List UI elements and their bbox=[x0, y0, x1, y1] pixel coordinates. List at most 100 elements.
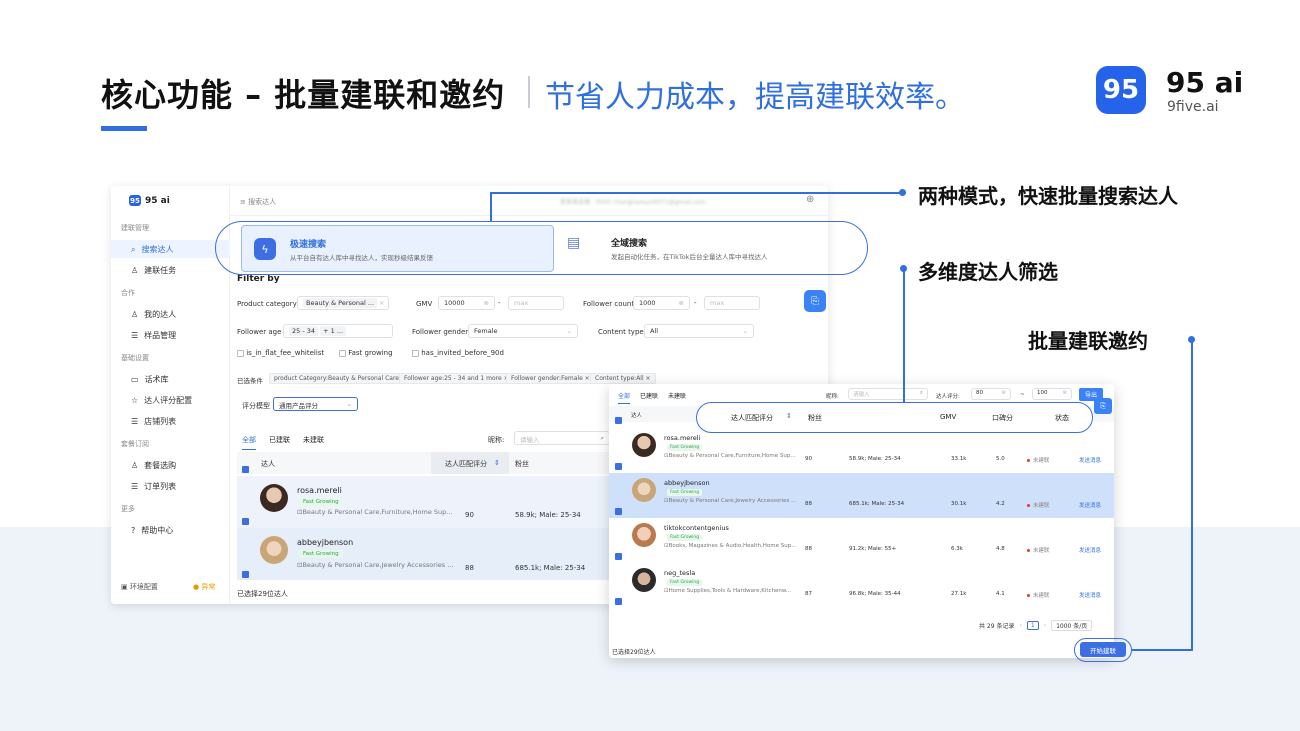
sidebar-item-my-creators[interactable]: ♙ 我的达人 bbox=[131, 309, 176, 320]
nickname-search-input[interactable]: 请输入 ⌕ bbox=[514, 431, 610, 445]
filter-label: Product category bbox=[237, 300, 297, 308]
creator-fans: 685.1k; Male: 25-34 bbox=[849, 501, 905, 507]
send-message-link[interactable]: 发送消息 bbox=[1079, 546, 1101, 554]
table-row[interactable]: tiktokcontentgenius Fast Growing ⊡Books,… bbox=[609, 518, 1114, 563]
brand-logo-icon: 95 bbox=[1096, 66, 1146, 114]
creator-fans: 96.8k; Male: 35-44 bbox=[849, 591, 901, 597]
content-type-select[interactable]: All ⌄ bbox=[644, 324, 754, 338]
selected-count: 已选择29位达人 bbox=[612, 649, 656, 656]
row-checkbox[interactable] bbox=[242, 564, 249, 583]
sort-icon[interactable]: ⇕ bbox=[786, 412, 792, 420]
status-dot-icon bbox=[1027, 504, 1030, 507]
callout-line bbox=[1132, 649, 1193, 651]
creator-name[interactable]: abbeyjbenson bbox=[297, 538, 353, 547]
filter-chip[interactable]: Follower gender:Female × bbox=[506, 373, 595, 384]
list-icon: ☰ bbox=[131, 417, 139, 426]
breadcrumb: ≡ 搜索达人 bbox=[240, 198, 277, 206]
environment-status-badge: ● 异常 bbox=[193, 583, 216, 591]
creator-gmv: 33.1k bbox=[951, 456, 967, 462]
chevron-down-icon: ⌄ bbox=[346, 400, 352, 408]
globe-icon[interactable]: ⊕ bbox=[806, 194, 814, 205]
table-row[interactable]: neg_tesla Fast Growing ⊡Home Supplies,To… bbox=[609, 563, 1114, 608]
export-icon[interactable]: ⎘ bbox=[804, 290, 826, 312]
creator-categories: ⊡Books, Magazines & Audio,Health,Home Su… bbox=[664, 543, 797, 549]
checkbox[interactable] bbox=[339, 349, 346, 357]
creator-name[interactable]: tiktokcontentgenius bbox=[664, 524, 729, 532]
follower-gender-select[interactable]: Female ⌄ bbox=[468, 324, 578, 338]
sidebar-item-orders[interactable]: ☰ 订单列表 bbox=[131, 481, 176, 492]
creator-name[interactable]: rosa.mereli bbox=[664, 434, 700, 442]
chevron-down-icon: ⌄ bbox=[566, 327, 572, 335]
score-min-input[interactable]: 80 ⊗ bbox=[971, 388, 1011, 400]
send-message-link[interactable]: 发送消息 bbox=[1079, 591, 1101, 599]
score-max-input[interactable]: 100 ⊗ bbox=[1032, 388, 1072, 400]
export-icon[interactable]: ⎘ bbox=[1094, 398, 1112, 414]
invited-before-checkbox[interactable]: has_invited_before_90d bbox=[412, 349, 504, 357]
follower-age-select[interactable]: 25 - 34 + 1 ... bbox=[283, 324, 393, 338]
creator-name[interactable]: rosa.mereli bbox=[297, 486, 342, 495]
callout-line bbox=[903, 269, 905, 402]
filter-chip[interactable]: Content type:All × bbox=[590, 373, 656, 384]
filter-label: Follower age bbox=[237, 328, 282, 336]
select-all-checkbox[interactable] bbox=[615, 410, 622, 429]
sidebar-section-title: 合作 bbox=[121, 289, 135, 297]
creator-name[interactable]: abbeyjbenson bbox=[664, 479, 710, 487]
creator-name[interactable]: neg_tesla bbox=[664, 569, 695, 577]
filter-chip[interactable]: Follower age:25 - 34 and 1 more × bbox=[399, 373, 514, 384]
score-model-label: 评分模型 bbox=[242, 402, 270, 410]
gmv-min-input[interactable]: 10000 ⊗ bbox=[438, 296, 495, 310]
product-category-select[interactable]: Beauty & Personal ... × bbox=[297, 296, 389, 310]
next-page-icon[interactable]: › bbox=[1044, 622, 1046, 629]
table-row[interactable]: abbeyjbenson Fast Growing ⊡Beauty & Pers… bbox=[609, 473, 1114, 518]
follower-max-input[interactable]: max bbox=[704, 296, 760, 310]
checkbox[interactable] bbox=[237, 349, 244, 357]
avatar bbox=[260, 484, 288, 512]
score-model-select[interactable]: 通用产品评分 ⌄ bbox=[273, 397, 358, 411]
users-icon: ♙ bbox=[131, 310, 139, 319]
sort-icon[interactable]: ⇕ bbox=[494, 459, 500, 467]
sidebar-item-samples[interactable]: ☰ 样品管理 bbox=[131, 330, 176, 341]
creator-categories: ⊡Beauty & Personal Care,Jewelry Accessor… bbox=[297, 561, 454, 569]
prev-page-icon[interactable]: ‹ bbox=[1019, 622, 1021, 629]
sidebar-section-title: 更多 bbox=[121, 505, 135, 513]
page-number[interactable]: 1 bbox=[1026, 621, 1039, 630]
sidebar-item-help[interactable]: ? 帮助中心 bbox=[131, 525, 173, 536]
slide-subtitle: 节省人力成本，提高建联效率。 bbox=[545, 80, 965, 115]
creator-score: 88 bbox=[805, 501, 812, 507]
sidebar-item-outreach-tasks[interactable]: ♙ 建联任务 bbox=[131, 265, 176, 276]
filter-chip[interactable]: product Category:Beauty & Personal Care … bbox=[269, 373, 411, 384]
fast-growing-badge: Fast Growing bbox=[667, 579, 703, 586]
menu-icon[interactable]: ≡ bbox=[240, 198, 248, 206]
fast-growing-checkbox[interactable]: Fast growing bbox=[339, 349, 393, 357]
creator-reputation: 5.0 bbox=[996, 456, 1005, 462]
tab-contacted[interactable]: 已建联 bbox=[269, 435, 290, 450]
row-checkbox[interactable] bbox=[615, 591, 622, 610]
table-row[interactable]: rosa.mereli Fast Growing ⊡Beauty & Perso… bbox=[609, 428, 1114, 473]
sidebar-item-plans[interactable]: ♙ 套餐选购 bbox=[131, 460, 176, 471]
tab-not-contacted[interactable]: 未建联 bbox=[303, 435, 324, 450]
send-message-link[interactable]: 发送消息 bbox=[1079, 501, 1101, 509]
avatar bbox=[632, 433, 656, 457]
sidebar-item-scripts[interactable]: ▭ 话术库 bbox=[131, 374, 169, 385]
whitelist-checkbox[interactable]: is_in_flat_fee_whitelist bbox=[237, 349, 324, 357]
environment-config-link[interactable]: ▣ 环境配置 bbox=[121, 582, 158, 592]
tab-all[interactable]: 全部 bbox=[242, 435, 256, 450]
tab-not-contacted[interactable]: 未建联 bbox=[668, 391, 686, 404]
send-message-link[interactable]: 发送消息 bbox=[1079, 456, 1101, 464]
sidebar-item-search-creators[interactable]: ⌕ 搜索达人 bbox=[131, 244, 173, 255]
avatar bbox=[260, 536, 288, 564]
page-size-select[interactable]: 1000 条/页 bbox=[1051, 620, 1093, 631]
gmv-max-input[interactable]: max bbox=[508, 296, 564, 310]
sidebar-item-score-config[interactable]: ☆ 达人评分配置 bbox=[131, 395, 192, 406]
start-outreach-button[interactable]: 开始建联 bbox=[1080, 642, 1126, 657]
checkbox[interactable] bbox=[412, 349, 419, 357]
tab-contacted[interactable]: 已建联 bbox=[640, 391, 658, 404]
column-header-score[interactable]: 达人匹配评分 bbox=[731, 413, 773, 423]
column-header-score[interactable]: 达人匹配评分 bbox=[445, 459, 487, 469]
total-records: 共 29 条记录 bbox=[979, 623, 1015, 630]
nickname-search-input[interactable]: 请输入 ⌕ bbox=[848, 388, 928, 400]
tab-all[interactable]: 全部 bbox=[618, 391, 631, 404]
sidebar-item-shops[interactable]: ☰ 店铺列表 bbox=[131, 416, 176, 427]
creator-fans: 58.9k; Male: 25-34 bbox=[849, 456, 901, 462]
follower-min-input[interactable]: 1000 ⊗ bbox=[633, 296, 690, 310]
